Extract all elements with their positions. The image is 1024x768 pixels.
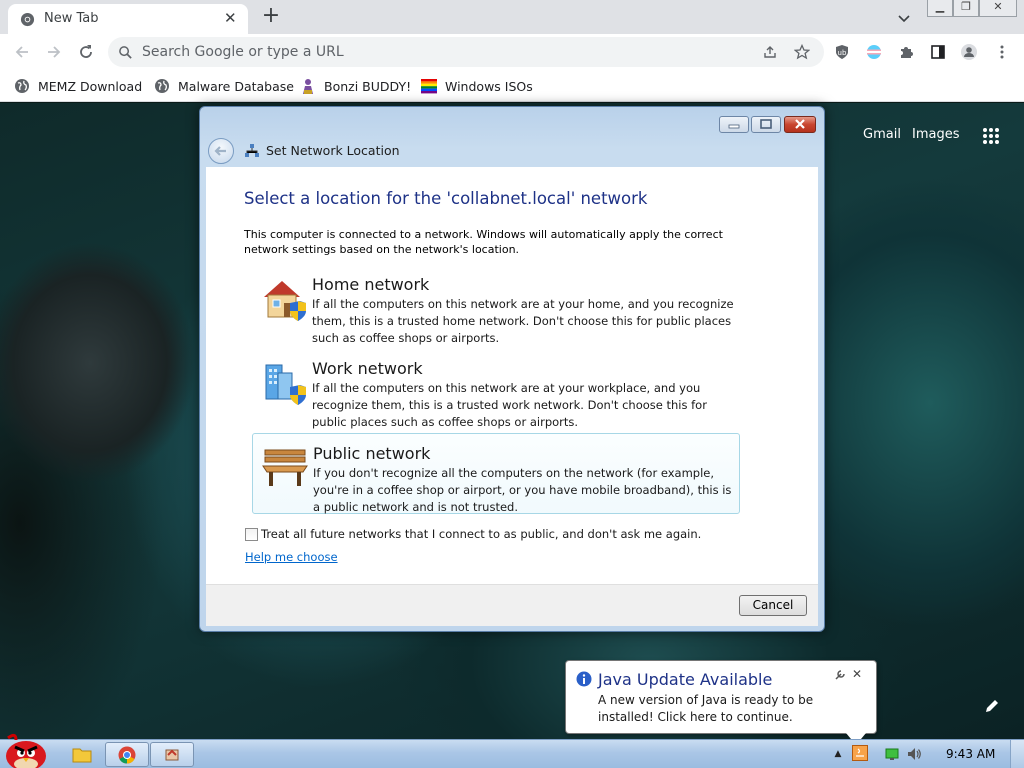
show-hidden-icons-button[interactable]: ▲ <box>830 746 846 762</box>
maximize-icon <box>760 119 772 129</box>
taskbar-chrome[interactable] <box>105 742 149 767</box>
svg-text:ub: ub <box>838 49 847 57</box>
globe-icon <box>155 79 169 93</box>
bookmark-star-icon[interactable] <box>794 44 810 60</box>
side-panel-icon[interactable] <box>930 44 946 60</box>
set-network-location-dialog: Set Network Location Select a location f… <box>199 106 825 632</box>
taskbar-explorer[interactable] <box>60 742 104 767</box>
option-home-network[interactable]: Home network If all the computers on thi… <box>252 275 740 355</box>
close-icon <box>795 119 805 129</box>
bookmark-bonzi-buddy[interactable]: Bonzi BUDDY! <box>300 77 411 95</box>
notification-close-icon[interactable]: ✕ <box>852 667 862 681</box>
chevron-down-icon[interactable] <box>896 10 912 26</box>
cancel-button[interactable]: Cancel <box>739 595 807 616</box>
option-title: Public network <box>313 444 431 463</box>
bookmark-label: Windows ISOs <box>445 78 533 94</box>
bookmark-memz[interactable]: MEMZ Download <box>14 77 142 95</box>
dialog-close-button[interactable] <box>784 116 816 133</box>
dialog-heading: Select a location for the 'collabnet.loc… <box>244 189 648 208</box>
forward-arrow-icon[interactable] <box>44 42 64 62</box>
pride-extension-icon[interactable] <box>866 44 882 60</box>
network-tray-icon[interactable] <box>884 746 900 762</box>
bookmark-label: Malware Database <box>178 78 294 94</box>
start-button-angry-bird-icon[interactable] <box>2 732 52 768</box>
bookmark-malware-database[interactable]: Malware Database <box>154 77 294 95</box>
minimize-button[interactable]: ▁ <box>927 0 953 17</box>
network-icon <box>245 144 259 157</box>
java-update-tray-icon[interactable] <box>852 745 868 761</box>
bookmark-windows-isos[interactable]: Windows ISOs <box>421 77 533 95</box>
option-description: If you don't recognize all the computers… <box>313 466 732 514</box>
google-apps-icon[interactable] <box>982 127 1000 145</box>
option-description: If all the computers on this network are… <box>312 381 707 429</box>
globe-icon <box>15 79 29 93</box>
java-update-notification[interactable]: Java Update Available A new version of J… <box>565 660 877 745</box>
gmail-link[interactable]: Gmail <box>863 127 901 142</box>
chrome-icon <box>20 12 35 27</box>
ublock-shield-icon[interactable]: ub <box>834 44 850 60</box>
option-public-network[interactable]: Public network If you don't recognize al… <box>252 433 740 514</box>
browser-toolbar: ub <box>0 34 1024 70</box>
share-icon[interactable] <box>762 44 778 60</box>
back-arrow-icon[interactable] <box>12 42 32 62</box>
tab-new-tab[interactable]: New Tab ✕ <box>8 4 248 34</box>
clock[interactable]: 9:43 AM <box>946 747 995 761</box>
checkbox-label: Treat all future networks that I connect… <box>261 527 702 541</box>
network-settings-icon <box>165 749 179 761</box>
dialog-maximize-button[interactable] <box>751 116 781 133</box>
more-menu-icon[interactable] <box>994 44 1010 60</box>
wrench-icon[interactable] <box>834 669 846 681</box>
profile-avatar-icon[interactable] <box>961 44 977 60</box>
option-description: If all the computers on this network are… <box>312 297 734 345</box>
bonzi-icon <box>303 79 313 94</box>
taskbar: ▲ 9:43 AM <box>0 733 1024 768</box>
extensions-puzzle-icon[interactable] <box>898 44 914 60</box>
home-network-icon <box>264 281 306 321</box>
omnibox-input[interactable] <box>142 41 742 63</box>
bookmarks-bar: MEMZ Download Malware Database Bonzi BUD… <box>0 70 1024 102</box>
minimize-icon <box>728 124 740 129</box>
omnibox[interactable] <box>108 37 824 67</box>
reload-icon[interactable] <box>76 42 96 62</box>
search-icon <box>119 46 132 59</box>
windows-flag-icon <box>421 79 437 94</box>
folder-icon <box>72 748 92 763</box>
option-title: Home network <box>312 275 430 294</box>
tab-close-icon[interactable]: ✕ <box>224 9 237 27</box>
treat-as-public-checkbox[interactable] <box>245 528 258 541</box>
window-controls: ▁ ❐ ✕ <box>927 0 1017 17</box>
dialog-footer: Cancel <box>206 584 818 626</box>
taskbar-network-location[interactable] <box>150 742 194 767</box>
images-link[interactable]: Images <box>912 127 960 142</box>
volume-icon[interactable] <box>906 746 922 762</box>
tab-title: New Tab <box>44 11 99 26</box>
back-button[interactable] <box>208 138 234 164</box>
bookmark-label: MEMZ Download <box>38 78 143 94</box>
back-arrow-icon <box>214 146 226 156</box>
notification-text: A new version of Java is ready to be ins… <box>598 693 814 724</box>
dialog-title: Set Network Location <box>266 143 400 158</box>
customize-pencil-icon[interactable] <box>984 698 1000 714</box>
tab-strip: New Tab ✕ + ▁ ❐ ✕ <box>0 0 1024 34</box>
info-icon <box>576 671 592 687</box>
notification-title: Java Update Available <box>598 670 773 689</box>
chrome-icon <box>118 746 136 764</box>
dialog-content: Select a location for the 'collabnet.loc… <box>206 167 818 584</box>
restore-button[interactable]: ❐ <box>953 0 979 17</box>
close-button[interactable]: ✕ <box>979 0 1017 17</box>
help-me-choose-link[interactable]: Help me choose <box>245 550 338 564</box>
bookmark-label: Bonzi BUDDY! <box>324 78 412 94</box>
option-title: Work network <box>312 359 423 378</box>
show-desktop-button[interactable] <box>1010 740 1024 768</box>
new-tab-button[interactable]: + <box>259 4 283 28</box>
dialog-minimize-button[interactable] <box>719 116 749 133</box>
option-work-network[interactable]: Work network If all the computers on thi… <box>252 359 740 439</box>
work-network-icon <box>265 364 306 405</box>
dialog-description: This computer is connected to a network.… <box>244 228 723 256</box>
public-network-icon <box>262 449 308 486</box>
